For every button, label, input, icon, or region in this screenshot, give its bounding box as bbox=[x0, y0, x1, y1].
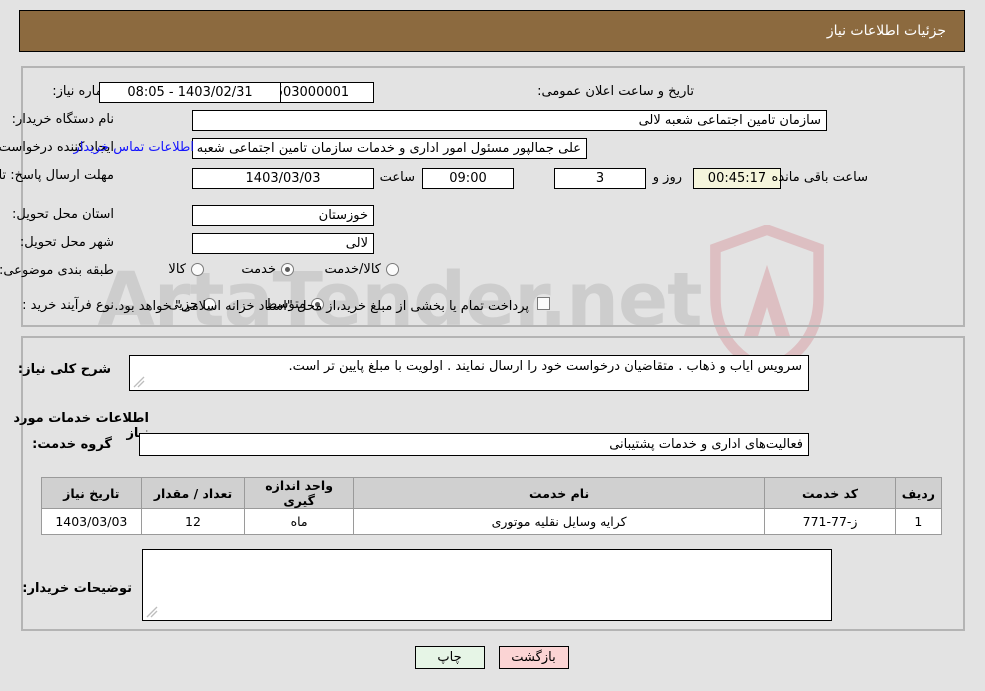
city-label: شهر محل تحویل: bbox=[20, 235, 115, 250]
column-header-name: نام خدمت bbox=[353, 477, 767, 509]
page-title-text: جزئیات اطلاعات نیاز bbox=[827, 23, 947, 39]
description-value: سرویس ایاب و ذهاب . متقاضیان درخواست خود… bbox=[289, 359, 803, 374]
radio-icon[interactable] bbox=[387, 263, 400, 276]
back-button[interactable]: بازگشت bbox=[499, 646, 570, 669]
buyer-notes-textarea[interactable] bbox=[143, 549, 833, 621]
column-header-code: کد خدمت bbox=[765, 477, 897, 509]
buyer-org-value: سازمان تامین اجتماعی شعبه لالی bbox=[193, 110, 828, 131]
description-label: شرح کلی نیاز: bbox=[18, 362, 112, 377]
service-group-label: گروه خدمت: bbox=[33, 437, 113, 452]
resize-grip-icon[interactable] bbox=[134, 376, 146, 388]
category-option-label: خدمت bbox=[242, 262, 277, 277]
remaining-days-value: 3 bbox=[555, 168, 647, 189]
print-button[interactable]: چاپ bbox=[415, 646, 486, 669]
column-header-row: ردیف bbox=[895, 477, 944, 509]
category-label: طبقه بندی موضوعی: bbox=[0, 263, 115, 278]
category-option-label: کالا/خدمت bbox=[325, 262, 382, 277]
service-group-value: فعالیت‌های اداری و خدمات پشتیبانی bbox=[140, 433, 810, 456]
radio-icon[interactable] bbox=[282, 263, 295, 276]
creator-value: علی جمالپور مسئول امور اداری و خدمات ساز… bbox=[193, 138, 588, 159]
radio-icon[interactable] bbox=[192, 263, 205, 276]
process-label: نوع فرآیند خرید : bbox=[23, 298, 115, 313]
days-word-label: روز و bbox=[653, 170, 683, 185]
page-root: ArtaTender.net جزئیات اطلاعات نیاز شماره… bbox=[0, 0, 985, 691]
cell-date: 1403/03/03 bbox=[42, 508, 143, 535]
city-value: لالی bbox=[193, 233, 375, 254]
treasury-note-label: پرداخت تمام یا بخشی از مبلغ خرید،از محل … bbox=[115, 299, 530, 314]
deadline-time-value: 09:00 bbox=[423, 168, 515, 189]
deadline-date-value: 1403/03/03 bbox=[193, 168, 375, 189]
category-option-label: کالا bbox=[169, 262, 187, 277]
services-table: ردیف کد خدمت نام خدمت واحد اندازه گیری ت… bbox=[42, 477, 944, 535]
deadline-label: مهلت ارسال پاسخ: تا تاریخ: bbox=[0, 168, 115, 183]
page-title: جزئیات اطلاعات نیاز bbox=[20, 10, 966, 52]
cell-name: کرایه وسایل نقلیه موتوری bbox=[353, 508, 767, 535]
category-radio-kala[interactable]: کالا bbox=[169, 262, 205, 277]
remaining-hours-label: ساعت باقی مانده bbox=[772, 170, 869, 185]
announce-date-label: تاریخ و ساعت اعلان عمومی: bbox=[538, 84, 695, 99]
treasury-checkbox[interactable] bbox=[538, 297, 551, 310]
cell-code: ز-77-771 bbox=[765, 508, 897, 535]
column-header-qty: تعداد / مقدار bbox=[141, 477, 247, 509]
table-row: 1 ز-77-771 کرایه وسایل نقلیه موتوری ماه … bbox=[42, 508, 944, 535]
category-radio-kala-khedmat[interactable]: کالا/خدمت bbox=[325, 262, 400, 277]
cell-unit: ماه bbox=[245, 508, 355, 535]
description-textarea[interactable]: سرویس ایاب و ذهاب . متقاضیان درخواست خود… bbox=[130, 355, 810, 391]
resize-grip-icon[interactable] bbox=[147, 606, 159, 618]
deadline-time-label: ساعت bbox=[380, 170, 416, 185]
need-info-panel bbox=[22, 66, 966, 327]
province-label: استان محل تحویل: bbox=[13, 207, 115, 222]
province-value: خوزستان bbox=[193, 205, 375, 226]
column-header-unit: واحد اندازه گیری bbox=[245, 477, 355, 509]
cell-row: 1 bbox=[895, 508, 944, 535]
category-radio-khedmat[interactable]: خدمت bbox=[242, 262, 295, 277]
announce-date-value: 1403/02/31 - 08:05 bbox=[100, 82, 282, 103]
buyer-org-label: نام دستگاه خریدار: bbox=[12, 112, 115, 127]
buyer-contact-link[interactable]: اطلاعات تماس خریدار bbox=[75, 140, 195, 155]
column-header-date: تاریخ نیاز bbox=[42, 477, 143, 509]
action-bar: بازگشت چاپ bbox=[0, 646, 985, 669]
cell-qty: 12 bbox=[141, 508, 247, 535]
table-header-row: ردیف کد خدمت نام خدمت واحد اندازه گیری ت… bbox=[42, 477, 944, 509]
buyer-notes-label: توضیحات خریدار: bbox=[23, 581, 133, 596]
